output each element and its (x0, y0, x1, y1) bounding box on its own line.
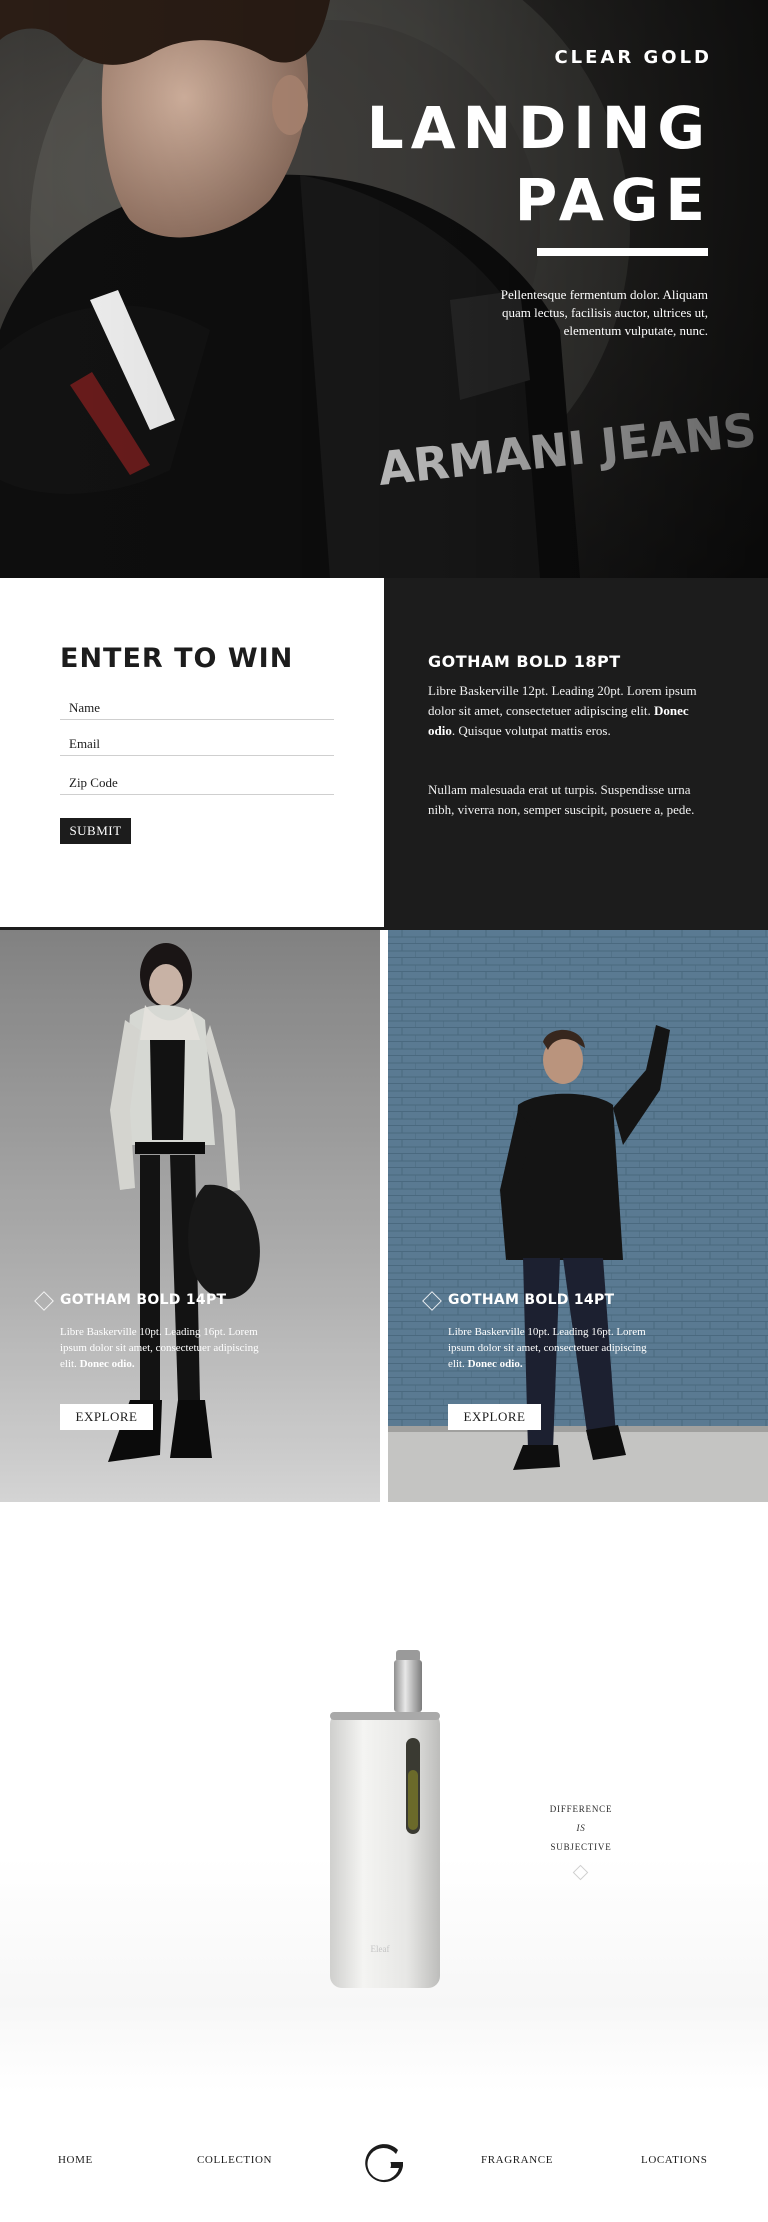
feature-photo-man (388, 930, 768, 1502)
info-paragraph-2: Nullam malesuada erat ut turpis. Suspend… (428, 782, 695, 817)
feature-text: Libre Baskerville 10pt. Leading 16pt. Lo… (448, 1324, 648, 1372)
small-diamond-icon (572, 1864, 589, 1881)
contest-section: ENTER TO WIN Name Email Zip Code SUBMIT … (0, 578, 768, 930)
product-tagline: DIFFERENCE IS SUBJECTIVE (531, 1800, 631, 1857)
feature-title: GOTHAM BOLD 14PT (448, 1292, 615, 1308)
device-label: Eleaf (371, 1944, 390, 1954)
info-panel: GOTHAM BOLD 18PT Libre Baskerville 12pt.… (384, 578, 768, 930)
tagline-line-1: DIFFERENCE (549, 1804, 613, 1814)
nav-collection[interactable]: COLLECTION (197, 2154, 272, 2166)
nav-home[interactable]: HOME (58, 2154, 93, 2166)
submit-button[interactable]: SUBMIT (60, 818, 131, 844)
entry-form: ENTER TO WIN Name Email Zip Code SUBMIT (0, 578, 384, 930)
tagline-line-2: IS (576, 1823, 586, 1833)
email-field-label: Email (69, 736, 101, 751)
title-underline (537, 248, 708, 256)
page-title: LANDING PAGE (367, 92, 712, 236)
feature-text: Libre Baskerville 10pt. Leading 16pt. Lo… (60, 1324, 260, 1372)
zip-code-field-label: Zip Code (69, 775, 118, 790)
email-field[interactable]: Email (60, 732, 334, 756)
g-logo-icon[interactable] (363, 2144, 405, 2186)
name-field-label: Name (69, 700, 101, 715)
product-device-image: Eleaf (330, 1650, 440, 1988)
info-paragraph-1: Libre Baskerville 12pt. Leading 20pt. Lo… (428, 681, 718, 741)
features-section: GOTHAM BOLD 14PT Libre Baskerville 10pt.… (0, 930, 768, 1502)
name-field[interactable]: Name (60, 696, 334, 720)
feature-card-2: GOTHAM BOLD 14PT Libre Baskerville 10pt.… (388, 930, 768, 1502)
hero-section: ARMANI JEANS CLEAR GOLD LANDING PAGE Pel… (0, 0, 768, 578)
page-title-line-2: PAGE (514, 166, 712, 234)
form-title: ENTER TO WIN (60, 643, 294, 674)
feature-photo-woman (0, 930, 380, 1502)
nav-locations[interactable]: LOCATIONS (641, 2154, 708, 2166)
feature-text-bold: Donec odio. (467, 1358, 523, 1370)
page-title-line-1: LANDING (366, 94, 712, 162)
explore-button[interactable]: EXPLORE (448, 1404, 541, 1430)
feature-text-bold: Donec odio. (79, 1358, 135, 1370)
info-title: GOTHAM BOLD 18PT (428, 652, 621, 671)
nav-fragrance[interactable]: FRAGRANCE (481, 2154, 553, 2166)
footer-nav: HOME COLLECTION FRAGRANCE LOCATIONS (0, 2092, 768, 2222)
feature-card-1: GOTHAM BOLD 14PT Libre Baskerville 10pt.… (0, 930, 380, 1502)
explore-button[interactable]: EXPLORE (60, 1404, 153, 1430)
feature-title: GOTHAM BOLD 14PT (60, 1292, 227, 1308)
hero-description: Pellentesque fermentum dolor. Aliquam qu… (500, 287, 708, 338)
product-section: Eleaf DIFFERENCE IS SUBJECTIVE (0, 1502, 768, 2092)
tagline-line-3: SUBJECTIVE (550, 1842, 612, 1852)
brand-name: CLEAR GOLD (554, 47, 712, 68)
info-paragraph-1-tail: . Quisque volutpat mattis eros. (451, 723, 611, 738)
zip-code-field[interactable]: Zip Code (60, 771, 334, 795)
